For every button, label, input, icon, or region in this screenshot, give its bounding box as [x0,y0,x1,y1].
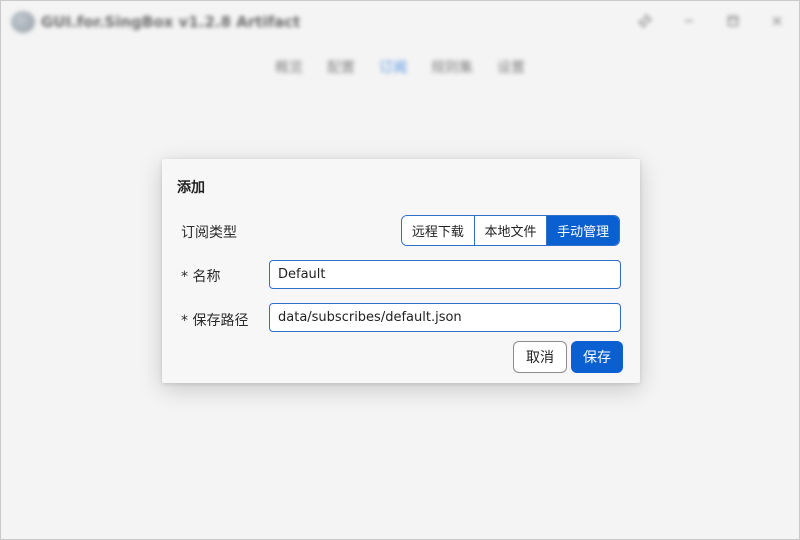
nav-subscriptions[interactable]: 订阅 [367,57,419,77]
maximize-icon[interactable] [711,1,755,41]
cancel-button[interactable]: 取消 [513,341,567,373]
minimize-icon[interactable] [667,1,711,41]
nav-rulesets[interactable]: 规则集 [419,57,485,77]
name-input[interactable] [269,260,621,289]
type-remote-download-option[interactable]: 远程下载 [402,216,475,245]
window-controls [623,1,799,41]
subscription-type-selector: 远程下载 本地文件 手动管理 [401,215,620,246]
type-local-file-option[interactable]: 本地文件 [474,216,548,245]
path-input[interactable] [269,303,621,332]
add-subscription-dialog: 添加 订阅类型 远程下载 本地文件 手动管理 * 名称 * 保存路径 取消 保存 [162,159,640,383]
path-label: * 保存路径 [181,313,249,329]
dialog-title: 添加 [177,180,205,196]
app-logo-icon [11,11,35,33]
name-label: * 名称 [181,269,221,285]
main-nav: 概览 配置 订阅 规则集 设置 [1,57,799,77]
close-icon[interactable] [755,1,799,41]
title-bar: GUI.for.SingBox v1.2.8 Artifact [1,1,799,43]
save-button[interactable]: 保存 [571,341,623,373]
pin-icon[interactable] [623,1,667,41]
type-manual-option[interactable]: 手动管理 [547,216,619,245]
app-window: GUI.for.SingBox v1.2.8 Artifact 概览 配置 订阅 [0,0,800,540]
app-title: GUI.for.SingBox v1.2.8 Artifact [41,13,301,31]
subscription-type-label: 订阅类型 [181,225,237,241]
nav-overview[interactable]: 概览 [263,57,315,77]
nav-profiles[interactable]: 配置 [315,57,367,77]
nav-settings[interactable]: 设置 [485,57,537,77]
